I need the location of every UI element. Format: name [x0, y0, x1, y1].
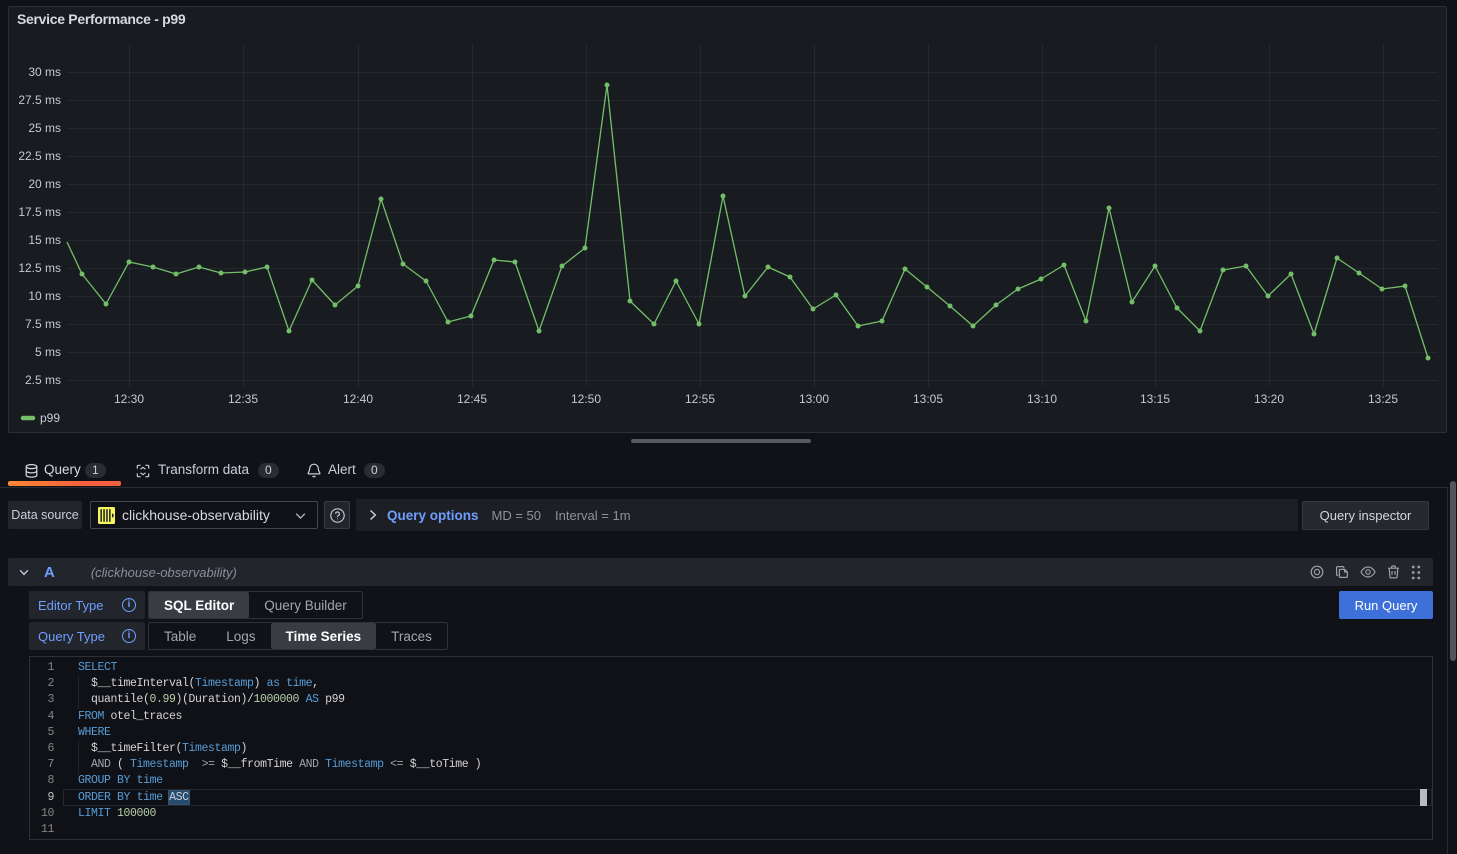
- svg-text:12:30: 12:30: [114, 392, 144, 406]
- svg-text:27.5 ms: 27.5 ms: [18, 93, 61, 107]
- svg-text:25 ms: 25 ms: [28, 121, 61, 135]
- svg-text:13:25: 13:25: [1368, 392, 1398, 406]
- svg-text:13:05: 13:05: [913, 392, 943, 406]
- svg-text:5 ms: 5 ms: [35, 345, 61, 359]
- svg-text:13:20: 13:20: [1254, 392, 1284, 406]
- svg-text:12.5 ms: 12.5 ms: [18, 261, 61, 275]
- svg-text:p99: p99: [40, 411, 60, 425]
- svg-text:12:40: 12:40: [343, 392, 373, 406]
- svg-text:17.5 ms: 17.5 ms: [18, 205, 61, 219]
- svg-text:2.5 ms: 2.5 ms: [25, 373, 61, 387]
- svg-text:12:45: 12:45: [457, 392, 487, 406]
- svg-text:13:10: 13:10: [1027, 392, 1057, 406]
- svg-text:10 ms: 10 ms: [28, 289, 61, 303]
- svg-text:20 ms: 20 ms: [28, 177, 61, 191]
- svg-text:15 ms: 15 ms: [28, 233, 61, 247]
- svg-text:30 ms: 30 ms: [28, 65, 61, 79]
- svg-text:13:00: 13:00: [799, 392, 829, 406]
- svg-text:12:55: 12:55: [685, 392, 715, 406]
- svg-text:13:15: 13:15: [1140, 392, 1170, 406]
- svg-text:12:35: 12:35: [228, 392, 258, 406]
- svg-text:12:50: 12:50: [571, 392, 601, 406]
- svg-text:22.5 ms: 22.5 ms: [18, 149, 61, 163]
- svg-text:7.5 ms: 7.5 ms: [25, 317, 61, 331]
